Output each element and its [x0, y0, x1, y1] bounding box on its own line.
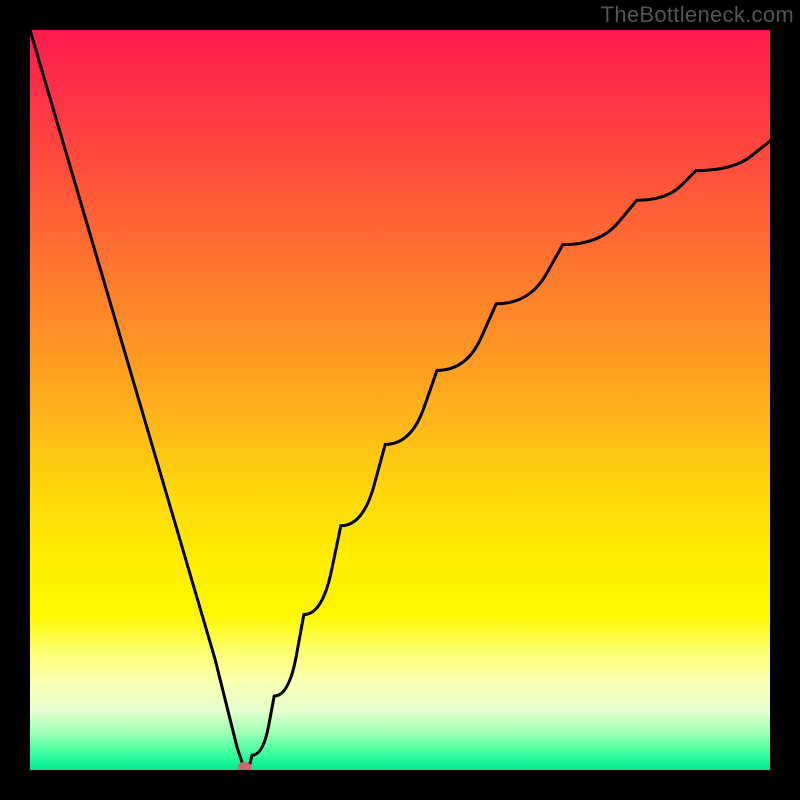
- bottleneck-curve: [30, 30, 770, 770]
- watermark-text: TheBottleneck.com: [601, 2, 794, 28]
- plot-area: [30, 30, 770, 770]
- curve-svg: [30, 30, 770, 770]
- chart-frame: TheBottleneck.com: [0, 0, 800, 800]
